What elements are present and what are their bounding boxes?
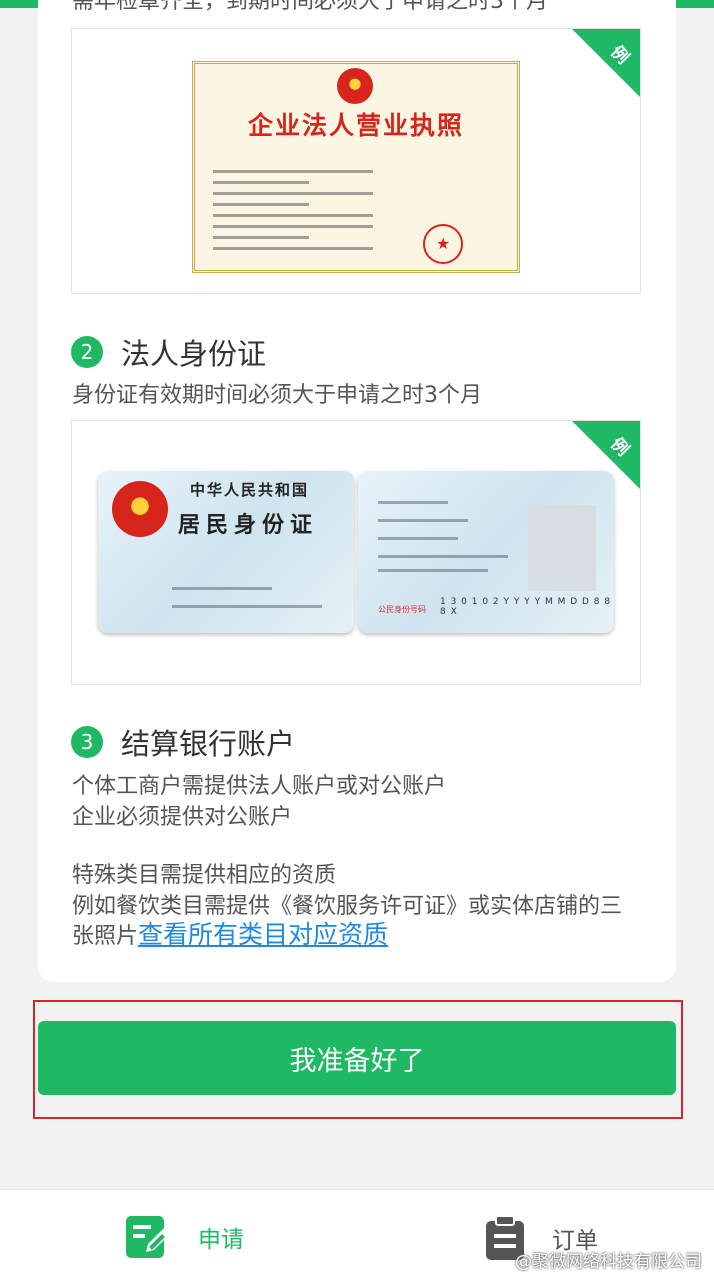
id-card-sample[interactable]: 中华人民共和国 居民身份证 公民身份号码 1 3 0 1 0 2 Y Y Y Y… <box>71 420 641 685</box>
top-left-accent <box>0 0 38 8</box>
id-card-country: 中华人民共和国 <box>190 481 310 499</box>
license-title: 企业法人营业执照 <box>247 111 464 140</box>
section-title-bank-account: 结算银行账户 <box>121 727 296 761</box>
license-text-lines <box>213 170 373 258</box>
id-card-title: 居民身份证 <box>178 512 319 538</box>
view-all-qualifications-link[interactable]: 查看所有类目对应资质 <box>138 920 388 949</box>
ready-button[interactable]: 我准备好了 <box>38 1021 676 1095</box>
step-number-2: 2 <box>71 336 103 368</box>
id-card-back: 公民身份号码 1 3 0 1 0 2 Y Y Y Y M M D D 8 8 8… <box>358 471 614 633</box>
sample-corner-badge <box>572 29 640 97</box>
top-right-accent <box>676 0 714 8</box>
section-title-id-card: 法人身份证 <box>121 337 267 371</box>
tab-apply[interactable]: 申请 <box>126 1216 244 1258</box>
section-bank-account-header: 3 结算银行账户 <box>71 722 295 762</box>
special-category-example-cont: 张照片查看所有类目对应资质 <box>72 919 388 952</box>
step-number-3: 3 <box>71 726 103 758</box>
id-number: 1 3 0 1 0 2 Y Y Y Y M M D D 8 8 8 X <box>440 597 612 617</box>
official-seal-icon: ★ <box>423 224 463 264</box>
bank-account-requirement-2: 企业必须提供对公账户 <box>72 805 293 830</box>
watermark-text: @聚微网络科技有限公司 <box>515 1252 702 1272</box>
tab-apply-label: 申请 <box>198 1227 244 1253</box>
license-requirement-text: 需年检章齐全，到期时间必须大于申请之时3个月 <box>72 0 548 14</box>
business-license-sample[interactable]: 企业法人营业执照 ★ 例 <box>71 28 641 294</box>
special-category-example: 例如餐饮类目需提供《餐饮服务许可证》或实体店铺的三 <box>72 894 623 919</box>
apply-edit-icon <box>126 1216 170 1258</box>
special-category-text: 特殊类目需提供相应的资质 <box>72 863 337 888</box>
bank-account-requirement-1: 个体工商户需提供法人账户或对公账户 <box>72 774 447 799</box>
national-emblem-icon <box>337 68 373 104</box>
business-license-image: 企业法人营业执照 ★ <box>192 61 520 273</box>
id-photo-placeholder <box>528 505 596 591</box>
bottom-tab-bar: 申请 订单 @聚微网络科技有限公司 <box>0 1189 714 1284</box>
section-id-card-header: 2 法人身份证 <box>71 332 266 372</box>
id-number-label: 公民身份号码 <box>378 605 426 614</box>
requirements-card: 需年检章齐全，到期时间必须大于申请之时3个月 企业法人营业执照 ★ 例 2 法人… <box>38 0 676 982</box>
national-emblem-icon <box>112 481 168 537</box>
photo-text: 张照片 <box>72 924 139 949</box>
sample-corner-badge <box>572 421 640 489</box>
id-card-front: 中华人民共和国 居民身份证 <box>98 471 354 633</box>
id-card-requirement-text: 身份证有效期时间必须大于申请之时3个月 <box>72 383 482 408</box>
